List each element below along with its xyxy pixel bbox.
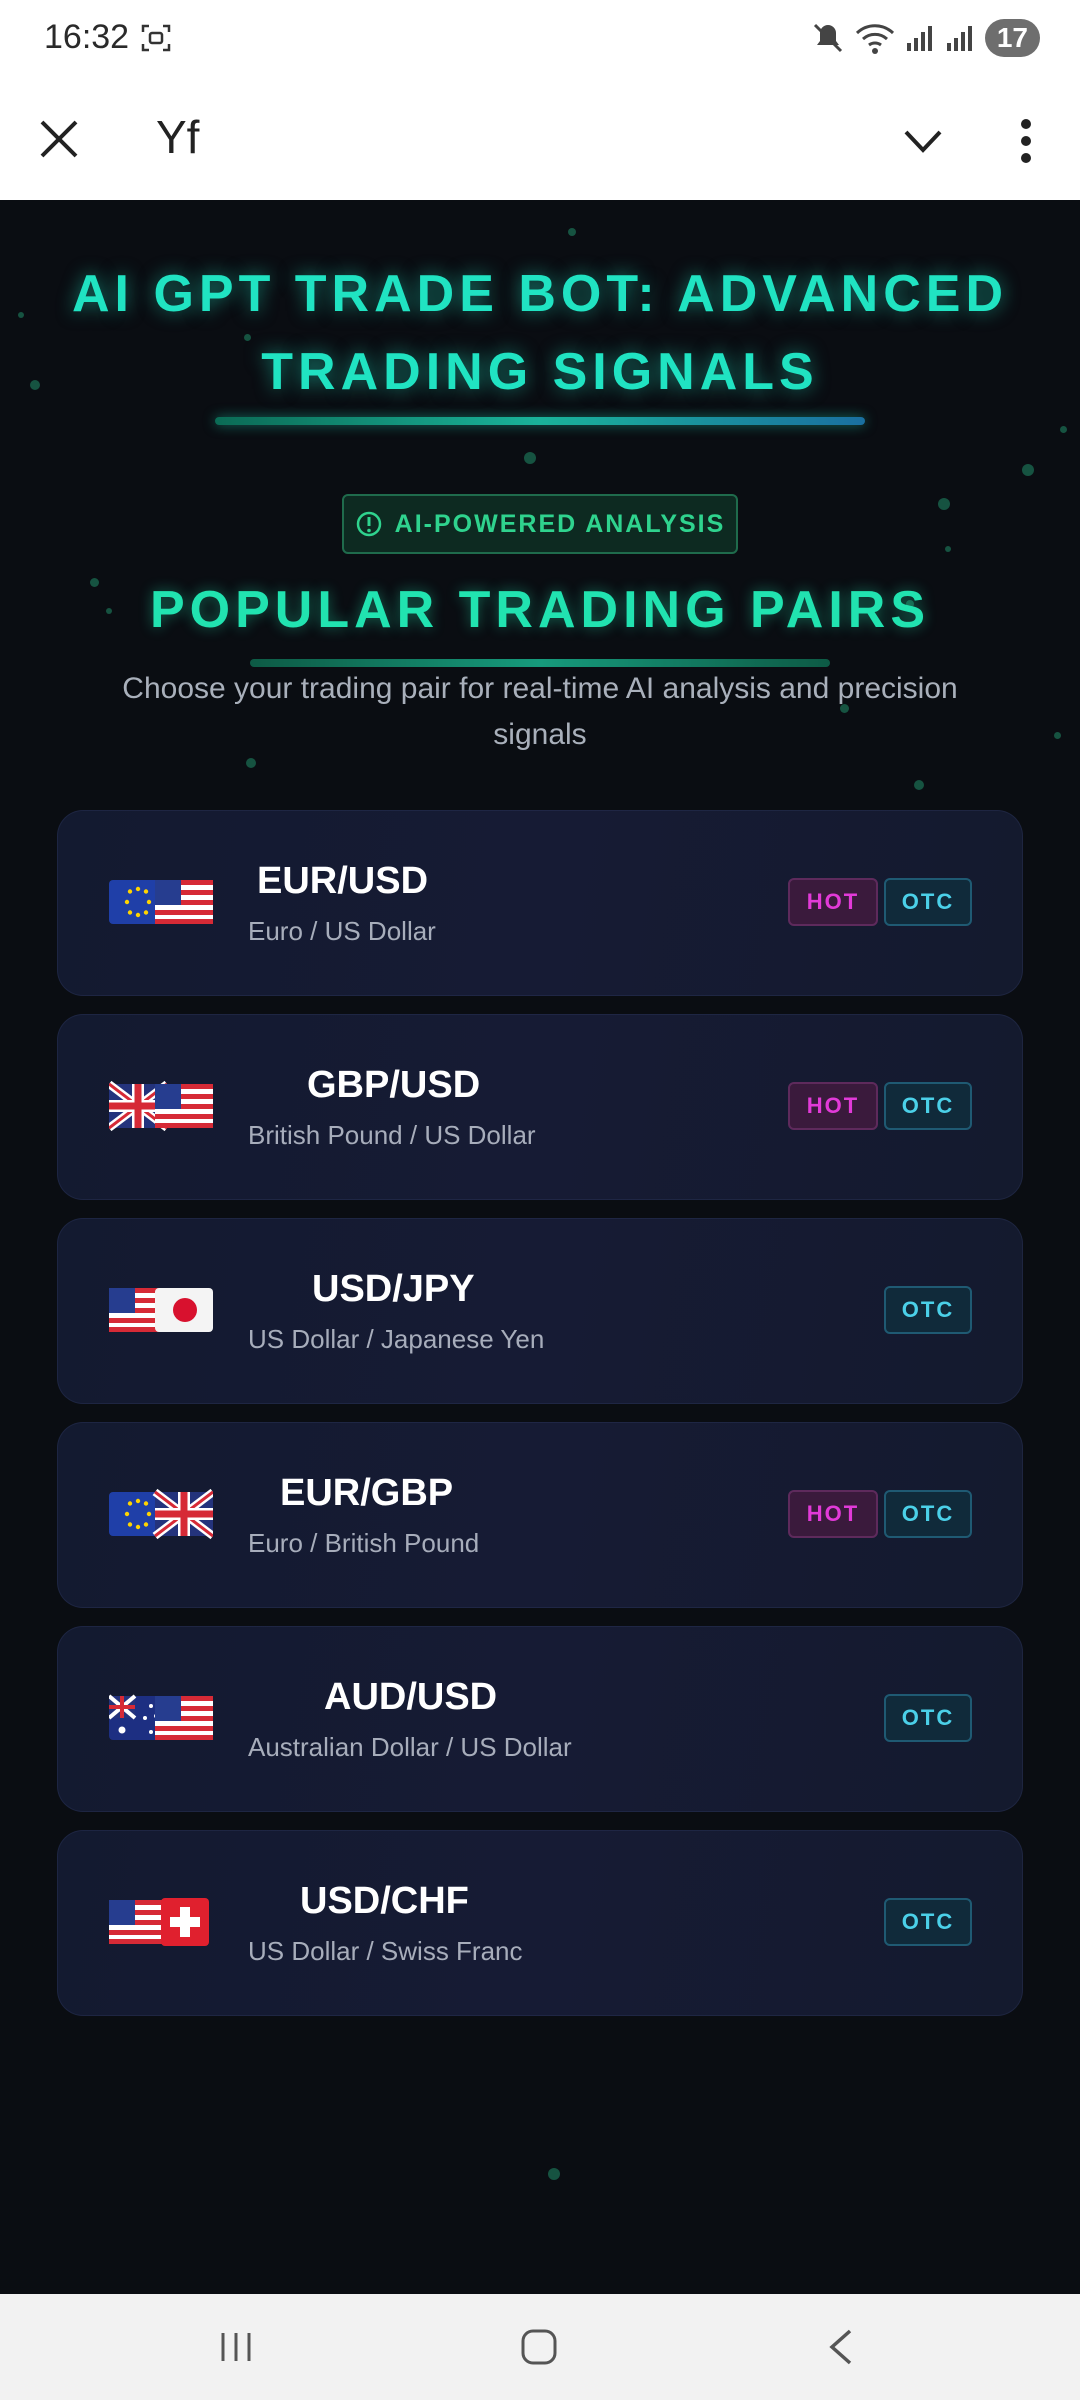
recent-apps-icon[interactable] [218,2330,254,2364]
pair-card-usd-jpy[interactable]: USD/JPY US Dollar / Japanese Yen OTC [57,1218,1023,1404]
hero-title-line: AI GPT TRADE BOT: ADVANCED [72,265,1008,323]
more-vertical-icon[interactable] [1006,116,1046,166]
pair-card-usd-chf[interactable]: USD/CHF US Dollar / Swiss Franc OTC [57,1830,1023,2016]
info-icon [356,511,381,537]
particle-dot [1022,464,1034,476]
close-icon[interactable] [36,116,82,162]
australia-us-flags-icon [109,1694,213,1740]
page-title: Yf [156,111,200,163]
pair-description: US Dollar / Japanese Yen [248,1324,545,1354]
subtitle-line: signals [493,718,587,751]
particle-dot [246,758,256,768]
ai-powered-badge: AI-POWERED ANALYSIS [342,494,738,554]
section-title: POPULAR TRADING PAIRS [149,581,931,639]
back-icon[interactable] [826,2328,856,2366]
otc-badge: OTC [884,1082,972,1130]
otc-badge: OTC [884,1286,972,1334]
us-swiss-flags-icon [109,1898,209,1946]
particle-dot [1054,732,1061,739]
otc-badge: OTC [884,1694,972,1742]
pair-description: Euro / British Pound [248,1528,480,1558]
uk-us-flags-icon [109,1080,213,1132]
screenshot-icon [141,24,171,52]
hot-badge: HOT [788,1490,878,1538]
pair-description: British Pound / US Dollar [248,1120,536,1150]
pair-card-eur-gbp[interactable]: EUR/GBP Euro / British Pound HOT OTC [57,1422,1023,1608]
particle-dot [945,546,951,552]
subtitle-line: Choose your trading pair for real-time A… [122,672,958,705]
particle-dot [30,380,40,390]
particle-dot [18,312,24,318]
particle-dot [938,498,950,510]
particle-dot [914,780,924,790]
pair-symbol: EUR/GBP [280,1472,454,1514]
hot-badge: HOT [788,1082,878,1130]
main-content: AI GPT TRADE BOT: ADVANCED TRADING SIGNA… [0,200,1080,2294]
signal-icon [946,26,972,51]
signal-icon [906,26,932,51]
us-japan-flags-icon [109,1288,213,1332]
hero-title: AI GPT TRADE BOT: ADVANCED TRADING SIGNA… [60,255,1020,411]
wifi-icon [855,24,894,54]
pair-symbol: EUR/USD [257,860,429,902]
battery-level: 17 [984,19,1040,57]
particle-dot [524,452,536,464]
eu-uk-flags-icon [109,1488,213,1540]
system-nav-bar [0,2294,1080,2400]
hero-title-line: TRADING SIGNALS [261,343,819,401]
ai-badge-label: AI-POWERED ANALYSIS [394,509,726,538]
pair-symbol: AUD/USD [324,1676,498,1718]
otc-badge: OTC [884,1898,972,1946]
eu-us-flags-icon [109,880,213,924]
particle-dot [548,2168,560,2180]
pair-description: Australian Dollar / US Dollar [248,1732,572,1762]
status-icons: 17 [811,18,1040,58]
home-icon[interactable] [520,2328,558,2366]
particle-dot [1060,426,1067,433]
pair-symbol: GBP/USD [307,1064,481,1106]
section-subtitle: Choose your trading pair for real-time A… [100,666,980,758]
app-toolbar: Yf [0,78,1080,200]
chevron-down-icon[interactable] [898,118,948,164]
pair-description: US Dollar / Swiss Franc [248,1936,523,1966]
pair-card-eur-usd[interactable]: EUR/USD Euro / US Dollar HOT OTC [57,810,1023,996]
pair-description: Euro / US Dollar [248,916,436,946]
otc-badge: OTC [884,1490,972,1538]
pair-card-aud-usd[interactable]: AUD/USD Australian Dollar / US Dollar OT… [57,1626,1023,1812]
mute-icon [813,23,842,53]
particle-dot [568,228,576,236]
pair-symbol: USD/JPY [312,1268,475,1310]
otc-badge: OTC [884,878,972,926]
hot-badge: HOT [788,878,878,926]
pair-symbol: USD/CHF [300,1880,469,1922]
status-bar: 16:32 17 [0,0,1080,78]
hero-underline [215,417,865,425]
pair-card-gbp-usd[interactable]: GBP/USD British Pound / US Dollar HOT OT… [57,1014,1023,1200]
status-time: 16:32 [44,18,130,56]
